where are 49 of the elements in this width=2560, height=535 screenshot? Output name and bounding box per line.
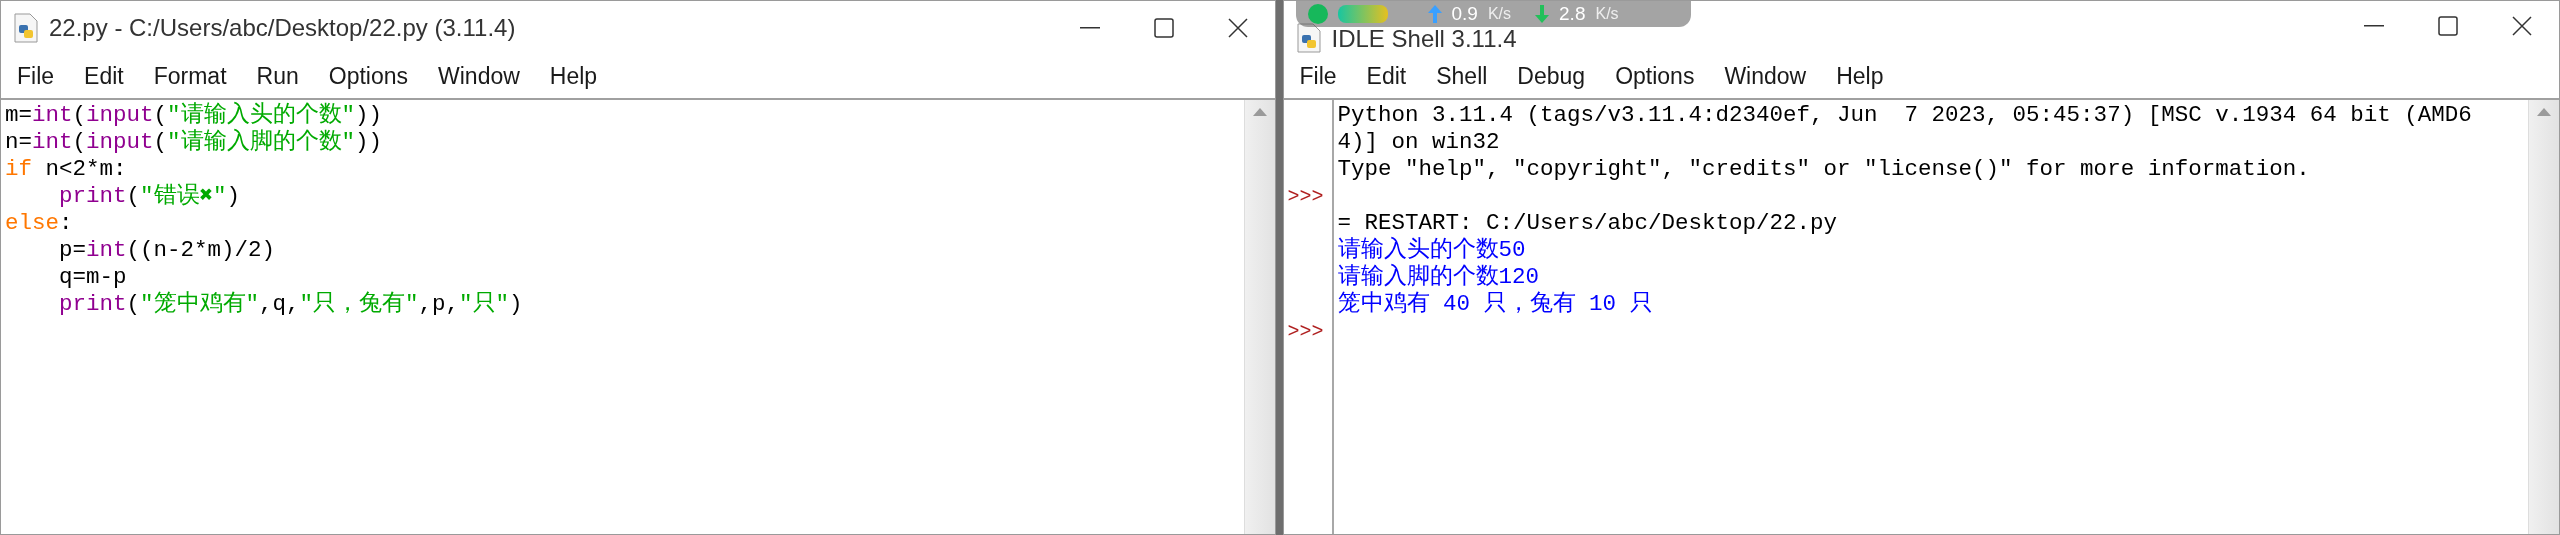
shell-line: = RESTART: C:/Users/abc/Desktop/22.py [1337,210,1838,237]
menu-item[interactable]: Window [438,63,520,90]
code-line: m=int(input("请输入头的个数")) [5,102,383,129]
code-line: q=m-p [58,264,127,291]
menu-item[interactable]: Format [153,63,227,90]
maximize-icon [1153,18,1174,38]
menu-item[interactable]: Edit [1366,63,1407,90]
upload-arrow-icon [1427,5,1442,23]
shell-prompt: >>> [1286,319,1325,345]
scroll-up-arrow-icon[interactable] [1252,108,1267,116]
menu-item[interactable]: Run [256,63,299,90]
menu-item[interactable]: Shell [1436,63,1488,90]
download-speed: 2.8 [1559,3,1586,25]
menu-item[interactable]: Options [328,63,408,90]
shell-line: Python 3.11.4 (tags/v3.11.4:d2340ef, Jun 7 2023, 05:45:37) [MSC v.1934 64 bit (AMD6 [1337,102,2472,129]
menu-item[interactable]: Window [1724,63,1807,90]
code-line: n=int(input("请输入脚的个数")) [5,129,383,156]
menu-item[interactable]: Options [1615,63,1695,90]
code-line: else: [5,210,73,237]
code-line: if n<2*m: [5,156,127,183]
code-line: p=int((n-2*m)/2) [58,237,276,264]
upload-unit: K/s [1487,5,1512,23]
menu-item[interactable]: File [1299,63,1337,90]
shell-line: 4)] on win32 [1337,129,1500,156]
minimize-icon [1079,27,1100,29]
gradient-bar-icon [1337,5,1388,23]
shell-line: 笼中鸡有 40 只，兔有 10 只 [1337,291,1653,318]
maximize-icon [2438,16,2458,36]
shell-line: 请输入头的个数50 [1337,237,1526,264]
code-line: print("错误✖") [58,183,241,210]
window-title: 22.py - C:/Users/abc/Desktop/22.py (3.11.4) [49,14,516,42]
menu-item[interactable]: Debug [1517,63,1586,90]
code-line: print("笼中鸡有",q,"只，兔有",p,"只") [58,291,523,318]
close-icon [1227,18,1248,38]
python-file-icon [13,13,39,43]
menu-item[interactable]: Help [549,63,598,90]
menu-item[interactable]: Help [1836,63,1884,90]
menu-item[interactable]: File [17,63,55,90]
window-title: IDLE Shell 3.11.4 [1331,25,1517,53]
scroll-up-arrow-icon[interactable] [2537,108,2551,116]
download-arrow-icon [1535,5,1550,23]
upload-speed: 0.9 [1451,3,1478,25]
close-icon [2512,16,2532,36]
download-unit: K/s [1595,5,1619,23]
menu-item[interactable]: Edit [84,63,124,90]
shell-line: 请输入脚的个数120 [1337,264,1539,291]
minimize-icon [2364,25,2384,27]
shell-line: Type "help", "copyright", "credits" or "license()" for more information. [1337,156,2310,183]
shell-prompt: >>> [1286,184,1325,210]
